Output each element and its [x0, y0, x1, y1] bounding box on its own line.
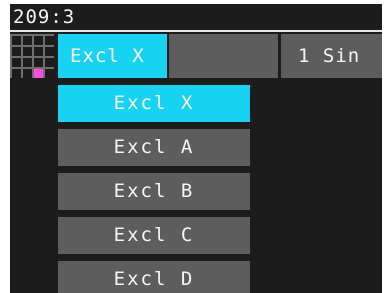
active-slot-button[interactable]: Excl X: [58, 34, 167, 78]
menu-item-label: Excl B: [113, 180, 195, 202]
grid-icon-graphic: [10, 34, 54, 78]
status-divider: [10, 30, 382, 32]
menu-item-excl-c[interactable]: Excl C: [58, 217, 250, 254]
display-panel: 209:3 Excl X 1 Sin Excl X Excl A Excl B …: [10, 4, 382, 293]
active-slot-label: Excl X: [70, 45, 145, 67]
device-screen: 209:3 Excl X 1 Sin Excl X Excl A Excl B …: [0, 0, 384, 293]
sin-button[interactable]: 1 Sin: [281, 34, 382, 78]
menu-item-label: Excl D: [113, 268, 195, 290]
sin-label: 1 Sin: [298, 45, 361, 67]
menu-item-excl-x[interactable]: Excl X: [58, 85, 250, 122]
blank-slot-button[interactable]: [169, 34, 278, 78]
grid-marker: [34, 69, 43, 78]
menu-item-label: Excl X: [113, 92, 195, 114]
grid-icon[interactable]: [10, 34, 54, 78]
menu-item-label: Excl A: [113, 136, 195, 158]
menu-item-label: Excl C: [113, 224, 195, 246]
menu-item-excl-a[interactable]: Excl A: [58, 129, 250, 166]
status-bar: 209:3: [10, 4, 382, 31]
menu-item-excl-b[interactable]: Excl B: [58, 173, 250, 210]
position-readout: 209:3: [13, 6, 76, 28]
menu-item-excl-d[interactable]: Excl D: [58, 261, 250, 293]
